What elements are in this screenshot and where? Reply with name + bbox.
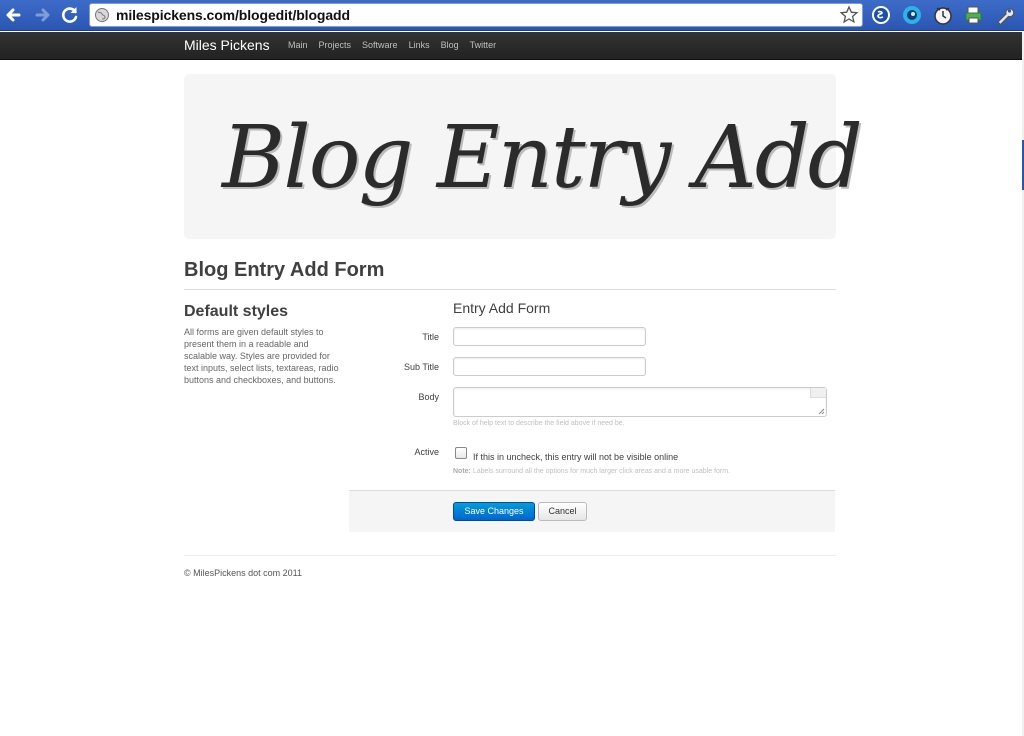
hero-title: Blog Entry Add (222, 108, 863, 208)
nav-item-blog[interactable]: Blog (441, 32, 459, 60)
save-changes-button[interactable]: Save Changes (453, 502, 535, 521)
note-prefix: Note: (453, 468, 471, 475)
nav-item-links[interactable]: Links (409, 32, 430, 60)
browser-toolbar: milespickens.com/blogedit/blogadd (0, 0, 1024, 31)
subtitle-input[interactable] (453, 357, 646, 376)
globe-icon (95, 8, 109, 22)
reload-icon[interactable] (59, 4, 81, 26)
top-nav: Main Projects Software Links Blog Twitte… (288, 32, 507, 60)
url-text: milespickens.com/blogedit/blogadd (116, 7, 350, 23)
site-topbar: Miles Pickens Main Projects Software Lin… (0, 32, 1022, 60)
form-actions: Save Changes Cancel (349, 490, 835, 532)
active-checkbox[interactable] (455, 447, 467, 459)
nav-item-software[interactable]: Software (362, 32, 398, 60)
nav-item-projects[interactable]: Projects (319, 32, 352, 60)
page-header: Blog Entry Add Form (184, 259, 836, 290)
nav-item-main[interactable]: Main (288, 32, 308, 60)
wrench-icon[interactable] (994, 4, 1016, 26)
back-arrow-icon[interactable] (3, 4, 25, 26)
footer-text: © MilesPickens dot com 2011 (184, 568, 303, 578)
body-label: Body (418, 392, 439, 402)
sidebar-title: Default styles (184, 303, 289, 320)
cancel-button[interactable]: Cancel (538, 502, 587, 521)
forward-arrow-icon[interactable] (31, 4, 53, 26)
active-label: Active (414, 447, 439, 457)
textarea-scrollbar[interactable] (810, 388, 826, 398)
note-text: Labels surround all the options for much… (472, 468, 731, 475)
form-legend: Entry Add Form (453, 300, 551, 316)
footer-divider (184, 555, 836, 556)
resize-handle-icon[interactable] (817, 407, 825, 415)
page-title: Blog Entry Add Form (184, 259, 385, 281)
hero-unit: Blog Entry Add (184, 74, 863, 239)
title-label: Title (422, 332, 439, 342)
blue-circle-icon[interactable] (901, 4, 923, 26)
body-textarea[interactable] (453, 387, 827, 417)
active-checkbox-label[interactable]: If this in uncheck, this entry will not … (473, 452, 678, 462)
sidebar-text: All forms are given default styles to pr… (184, 327, 339, 385)
skype-icon[interactable] (870, 4, 892, 26)
printer-icon[interactable] (963, 4, 985, 26)
title-input[interactable] (453, 327, 646, 346)
clock-icon[interactable] (932, 4, 954, 26)
subtitle-label: Sub Title (403, 362, 439, 372)
nav-item-twitter[interactable]: Twitter (470, 32, 497, 60)
bookmark-star-icon[interactable] (839, 5, 859, 25)
body-help-text: Block of help text to describe the field… (453, 420, 625, 427)
form-note: Note: Labels surround all the options fo… (453, 468, 730, 475)
site-brand[interactable]: Miles Pickens (184, 37, 270, 53)
address-bar[interactable]: milespickens.com/blogedit/blogadd (89, 3, 863, 27)
